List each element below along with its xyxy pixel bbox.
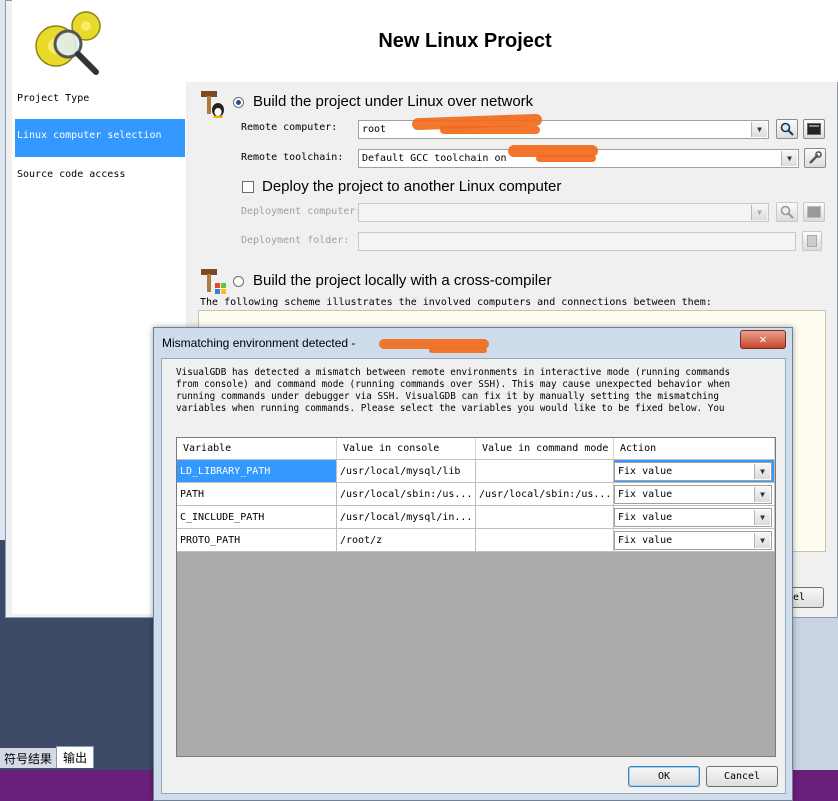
mismatching-environment-dialog: Mismatching environment detected - ✕ Vis… [153, 327, 793, 801]
table-row[interactable]: C_INCLUDE_PATH /usr/local/mysql/in... Fi… [177, 506, 775, 529]
cell-command[interactable] [476, 460, 614, 483]
nav-source-code-access[interactable]: Source code access [15, 158, 185, 196]
action-select[interactable]: Fix value ▼ [614, 462, 772, 481]
terminal-icon [807, 123, 821, 135]
remote-computer-label: Remote computer: [241, 122, 338, 133]
wizard-header: New Linux Project [12, 0, 838, 82]
ide-tab-symbol-results[interactable]: 符号结果 [0, 748, 57, 768]
remote-toolchain-value: Default GCC toolchain on [362, 153, 507, 164]
ide-tab-output[interactable]: 输出 [56, 746, 95, 768]
build-remote-radio[interactable] [233, 97, 244, 108]
redaction-mark [536, 155, 596, 162]
cell-variable[interactable]: LD_LIBRARY_PATH [177, 460, 337, 483]
remote-toolchain-label: Remote toolchain: [241, 152, 344, 163]
deployment-terminal-button[interactable] [803, 202, 825, 222]
action-select[interactable]: Fix value ▼ [614, 531, 772, 550]
cell-command[interactable] [476, 506, 614, 529]
hammer-windows-icon [201, 269, 226, 294]
cell-variable[interactable]: PROTO_PATH [177, 529, 337, 552]
close-button[interactable]: ✕ [740, 330, 786, 349]
action-select[interactable]: Fix value ▼ [614, 485, 772, 504]
nav-project-type[interactable]: Project Type [15, 82, 185, 120]
chevron-down-icon: ▼ [754, 464, 770, 479]
cell-action: Fix value ▼ [614, 460, 775, 483]
magnifier-icon [780, 205, 794, 219]
deployment-folder-input[interactable] [358, 232, 796, 251]
hammer-wrench-linux-icon [201, 91, 224, 118]
column-header-command-mode[interactable]: Value in command mode [476, 438, 614, 460]
deploy-label: Deploy the project to another Linux comp… [262, 178, 562, 195]
table-row[interactable]: PROTO_PATH /root/z Fix value ▼ [177, 529, 775, 552]
build-local-radio[interactable] [233, 276, 244, 287]
variables-grid: Variable Value in console Value in comma… [176, 437, 776, 757]
deployment-folder-label: Deployment folder: [241, 235, 350, 246]
cell-console[interactable]: /usr/local/sbin:/us... [337, 483, 476, 506]
build-remote-label: Build the project under Linux over netwo… [253, 93, 534, 110]
chevron-down-icon: ▼ [754, 510, 770, 525]
deploy-checkbox[interactable] [242, 181, 254, 193]
action-value: Fix value [618, 535, 673, 546]
build-local-label: Build the project locally with a cross-c… [253, 272, 552, 289]
magnifier-icon [780, 122, 794, 136]
action-value: Fix value [618, 489, 673, 500]
close-icon: ✕ [759, 332, 767, 346]
action-value: Fix value [618, 466, 673, 477]
action-select[interactable]: Fix value ▼ [614, 508, 772, 527]
dialog-title: Mismatching environment detected - [162, 336, 356, 350]
chevron-down-icon: ▼ [751, 205, 767, 220]
cell-action: Fix value ▼ [614, 483, 775, 506]
redaction-mark [440, 126, 540, 134]
remote-computer-value: root [362, 124, 387, 135]
chevron-down-icon: ▼ [754, 533, 770, 548]
chevron-down-icon: ▼ [781, 151, 797, 166]
cell-console[interactable]: /usr/local/mysql/lib [337, 460, 476, 483]
chevron-down-icon: ▼ [754, 487, 770, 502]
cell-command[interactable]: /usr/local/sbin:/us... [476, 483, 614, 506]
search-computer-button[interactable] [776, 119, 798, 139]
column-header-variable[interactable]: Variable [177, 438, 337, 460]
browse-folder-button[interactable] [802, 231, 822, 251]
dialog-body: VisualGDB has detected a mismatch betwee… [161, 358, 786, 794]
table-row[interactable]: PATH /usr/local/sbin:/us... /usr/local/s… [177, 483, 775, 506]
action-value: Fix value [618, 512, 673, 523]
cancel-button[interactable]: Cancel [706, 766, 778, 787]
chevron-down-icon: ▼ [751, 122, 767, 137]
scheme-caption: The following scheme illustrates the inv… [200, 297, 712, 308]
open-terminal-button[interactable] [803, 119, 825, 139]
nav-linux-computer-selection[interactable]: Linux computer selection [15, 119, 185, 157]
cell-console[interactable]: /root/z [337, 529, 476, 552]
toolchain-settings-button[interactable] [804, 148, 826, 168]
cell-action: Fix value ▼ [614, 529, 775, 552]
dialog-description: VisualGDB has detected a mismatch betwee… [176, 367, 731, 414]
deployment-computer-label: Deployment computer: [241, 206, 362, 217]
column-header-action[interactable]: Action [614, 438, 775, 460]
search-deployment-button[interactable] [776, 202, 798, 222]
cell-variable[interactable]: C_INCLUDE_PATH [177, 506, 337, 529]
terminal-icon [807, 206, 821, 218]
deployment-computer-combo[interactable]: ▼ [358, 203, 769, 222]
folder-icon [807, 235, 817, 247]
column-header-console[interactable]: Value in console [337, 438, 476, 460]
redaction-mark [429, 348, 487, 353]
cell-command[interactable] [476, 529, 614, 552]
table-row[interactable]: LD_LIBRARY_PATH /usr/local/mysql/lib Fix… [177, 460, 775, 483]
wizard-title: New Linux Project [378, 30, 552, 52]
wrench-icon [809, 151, 822, 164]
cell-action: Fix value ▼ [614, 506, 775, 529]
cell-variable[interactable]: PATH [177, 483, 337, 506]
gears-magnifier-icon [35, 11, 101, 75]
cell-console[interactable]: /usr/local/mysql/in... [337, 506, 476, 529]
ok-button[interactable]: OK [628, 766, 700, 787]
